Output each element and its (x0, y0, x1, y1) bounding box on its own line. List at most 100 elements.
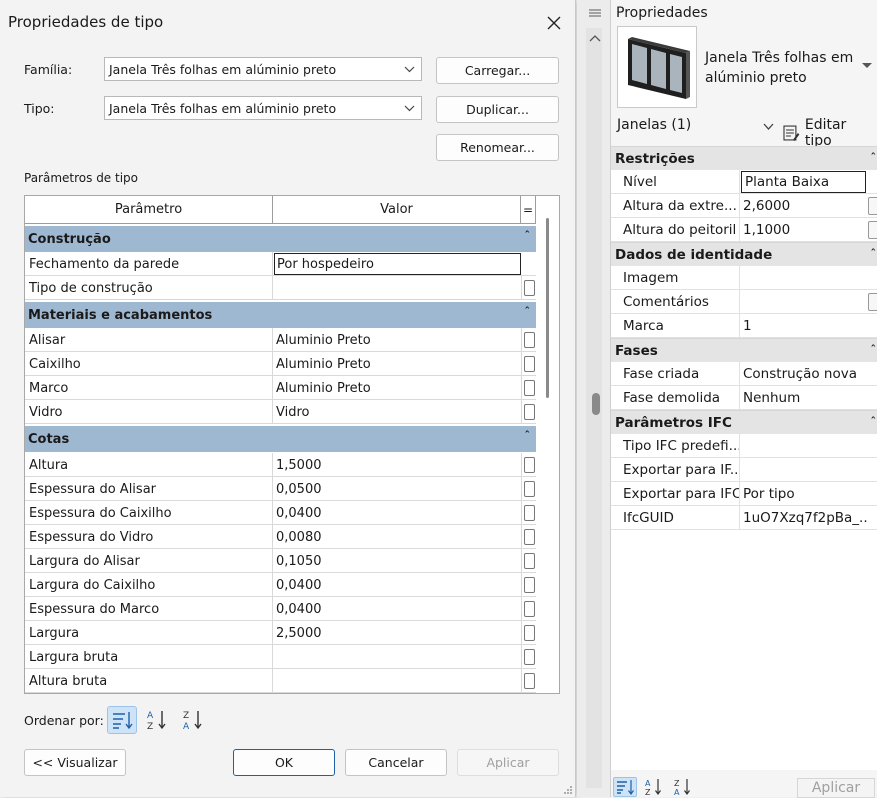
column-header-parameter[interactable]: Parâmetro (25, 196, 273, 224)
property-value[interactable]: Construção nova (740, 362, 867, 386)
property-value[interactable]: 1uO7Xzq7f2pBa_... (740, 506, 867, 530)
collapse-icon[interactable]: ˆ (525, 305, 531, 318)
property-value[interactable]: Por tipo (740, 482, 867, 506)
table-row[interactable]: Espessura do Caixilho 0,0400 (25, 501, 536, 525)
formula-button[interactable] (524, 404, 535, 420)
formula-button[interactable] (524, 481, 535, 497)
property-row[interactable]: Imagem (611, 266, 877, 290)
param-value[interactable]: 0,0400 (273, 501, 521, 525)
resize-grip-icon[interactable] (563, 785, 573, 795)
chevron-up-icon[interactable] (589, 34, 601, 42)
property-row[interactable]: IfcGUID 1uO7Xzq7f2pBa_... (611, 506, 877, 530)
collapse-icon[interactable]: ˆ (871, 415, 877, 428)
property-value-input[interactable]: Planta Baixa (741, 171, 866, 193)
property-value[interactable] (740, 290, 867, 314)
collapse-icon[interactable]: ˆ (871, 151, 877, 164)
table-row[interactable]: Fechamento da parede Por hospedeiro (25, 252, 536, 276)
param-value[interactable]: 2,5000 (273, 621, 521, 645)
property-row[interactable]: Fase demolida Nenhum (611, 386, 877, 410)
cancel-button[interactable]: Cancelar (345, 749, 447, 776)
param-value[interactable]: Aluminio Preto (273, 376, 521, 400)
associate-parameter-button[interactable] (868, 293, 877, 311)
duplicate-button[interactable]: Duplicar... (436, 96, 559, 123)
formula-button[interactable] (524, 356, 535, 372)
scrollbar-thumb[interactable] (546, 218, 549, 398)
table-row[interactable]: Largura do Alisar 0,1050 (25, 549, 536, 573)
group-header-phasing[interactable]: Fases ˆ (611, 338, 877, 362)
table-row[interactable]: Caixilho Aluminio Preto (25, 352, 536, 376)
family-dropdown[interactable]: Janela Três folhas em alúminio preto (104, 57, 422, 81)
table-row[interactable]: Tipo de construção (25, 276, 536, 300)
collapse-icon[interactable]: ˆ (525, 229, 531, 242)
table-row[interactable]: Largura 2,5000 (25, 621, 536, 645)
group-header-construction[interactable]: Construção ˆ (25, 226, 536, 252)
ok-button[interactable]: OK (233, 749, 335, 776)
associate-parameter-button[interactable] (868, 197, 877, 215)
formula-button[interactable] (524, 553, 535, 569)
param-value[interactable] (273, 669, 521, 693)
table-row[interactable]: Espessura do Marco 0,0400 (25, 597, 536, 621)
table-row[interactable]: Altura bruta (25, 669, 536, 693)
table-row[interactable]: Largura bruta (25, 645, 536, 669)
chevron-down-icon[interactable] (763, 123, 774, 131)
param-value[interactable]: 0,0080 (273, 525, 521, 549)
param-value[interactable] (273, 276, 521, 300)
group-header-constraints[interactable]: Restrições ˆ (611, 146, 877, 170)
param-value[interactable]: Aluminio Preto (273, 352, 521, 376)
group-header-dimensions[interactable]: Cotas ˆ (25, 426, 536, 452)
scrollbar-thumb[interactable] (592, 393, 600, 415)
sort-ascending-button[interactable]: A Z (142, 706, 172, 734)
sort-grouped-button[interactable] (107, 706, 137, 734)
formula-button[interactable] (524, 380, 535, 396)
collapse-icon[interactable]: ˆ (871, 343, 877, 356)
property-row[interactable]: Exportar para IF... (611, 458, 877, 482)
column-header-value[interactable]: Valor (273, 196, 521, 224)
formula-button[interactable] (524, 505, 535, 521)
param-value[interactable]: 0,0400 (273, 573, 521, 597)
property-row[interactable]: Nível Planta Baixa (611, 170, 877, 194)
sort-descending-button[interactable]: Z A (178, 706, 208, 734)
formula-button[interactable] (524, 457, 535, 473)
table-row[interactable]: Espessura do Alisar 0,0500 (25, 477, 536, 501)
param-value-input[interactable]: Por hospedeiro (274, 253, 521, 275)
property-row[interactable]: Tipo IFC predefi... (611, 434, 877, 458)
table-row[interactable]: Largura do Caixilho 0,0400 (25, 573, 536, 597)
table-row[interactable]: Marco Aluminio Preto (25, 376, 536, 400)
property-value[interactable] (740, 266, 867, 290)
property-row[interactable]: Altura da extre... 2,6000 (611, 194, 877, 218)
group-header-identity-data[interactable]: Dados de identidade ˆ (611, 242, 877, 266)
param-value[interactable]: 0,0400 (273, 597, 521, 621)
column-header-formula[interactable]: = (521, 196, 536, 224)
formula-button[interactable] (524, 673, 535, 689)
param-value[interactable]: 1,5000 (273, 453, 521, 477)
formula-button[interactable] (524, 332, 535, 348)
formula-button[interactable] (524, 601, 535, 617)
table-row[interactable]: Vidro Vidro (25, 400, 536, 424)
property-row[interactable]: Altura do peitoril 1,1000 (611, 218, 877, 242)
type-dropdown[interactable]: Janela Três folhas em alúminio preto (104, 96, 422, 120)
property-row[interactable]: Fase criada Construção nova (611, 362, 877, 386)
param-value[interactable]: Vidro (273, 400, 521, 424)
property-value[interactable]: 1 (740, 314, 867, 338)
param-value[interactable]: 0,1050 (273, 549, 521, 573)
collapse-icon[interactable]: ˆ (871, 247, 877, 260)
formula-button[interactable] (524, 529, 535, 545)
table-row[interactable]: Altura 1,5000 (25, 453, 536, 477)
property-row[interactable]: Comentários (611, 290, 877, 314)
preview-button[interactable]: << Visualizar (24, 749, 126, 776)
group-header-materials[interactable]: Materiais e acabamentos ˆ (25, 302, 536, 328)
sort-descending-button[interactable]: Z A (671, 777, 695, 797)
collapse-icon[interactable]: ˆ (525, 429, 531, 442)
property-value[interactable]: 1,1000 (740, 218, 867, 242)
close-button[interactable] (540, 10, 568, 36)
table-row[interactable]: Espessura do Vidro 0,0080 (25, 525, 536, 549)
edit-type-button[interactable]: Editar tipo (783, 117, 877, 149)
formula-button[interactable] (524, 649, 535, 665)
sort-ascending-button[interactable]: A Z (642, 777, 666, 797)
family-type-name[interactable]: Janela Três folhas em alúminio preto (705, 48, 855, 88)
property-value[interactable]: Nenhum (740, 386, 867, 410)
param-value[interactable]: 0,0500 (273, 477, 521, 501)
group-header-ifc-parameters[interactable]: Parâmetros IFC ˆ (611, 410, 877, 434)
load-button[interactable]: Carregar... (436, 57, 559, 84)
property-row[interactable]: Exportar para IFC Por tipo (611, 482, 877, 506)
